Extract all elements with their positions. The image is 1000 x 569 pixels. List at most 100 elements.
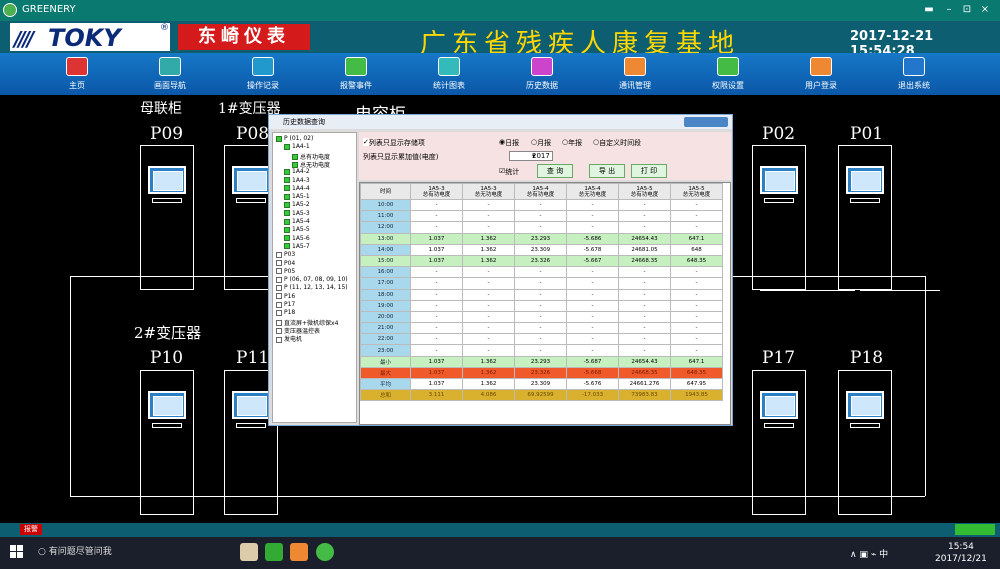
tree-checkbox[interactable] bbox=[276, 135, 282, 142]
tree-node[interactable]: 1A5-2 bbox=[284, 201, 310, 208]
table-row[interactable]: 20:00- - - - - - bbox=[360, 310, 723, 324]
radio-custom[interactable]: ○ 自定义时间段 bbox=[593, 138, 641, 147]
cabinet-p09[interactable] bbox=[140, 145, 194, 290]
column-header[interactable]: 1A5-5 总有功电度 bbox=[618, 183, 671, 200]
tree-checkbox[interactable] bbox=[276, 276, 282, 283]
nav-item-3[interactable]: 报警事件 bbox=[326, 55, 386, 95]
nav-item-2[interactable]: 操作记录 bbox=[233, 55, 293, 95]
table-row[interactable]: 13:00 1.037 1.362 23.293 -5.686 24654.43 647.1 bbox=[360, 232, 723, 245]
tree-node[interactable]: 1A5-6 bbox=[284, 235, 310, 242]
table-row[interactable]: 16:00- - - - - - bbox=[360, 266, 723, 279]
device-tree[interactable]: P (01, 02) 1A4-1 总有功电度 总无功电度 1A4-2 1A4-3 1A4-4… bbox=[272, 132, 357, 423]
powerpoint-icon[interactable] bbox=[290, 543, 308, 561]
column-header[interactable]: 1A5-4 总有功电度 bbox=[514, 183, 567, 200]
system-tray[interactable]: ∧ ▣ ⌁ 中 bbox=[850, 547, 888, 560]
tree-node[interactable]: 1A4-3 bbox=[284, 177, 310, 184]
opt-stored[interactable]: ✓ 列表只显示存储项 bbox=[363, 138, 425, 147]
tree-node[interactable]: P04 bbox=[276, 260, 295, 267]
cabinet-p01[interactable] bbox=[838, 145, 892, 290]
stat-checkbox[interactable]: ☑ 统计 bbox=[499, 167, 519, 176]
table-row[interactable]: 23:00- - - - - - bbox=[360, 344, 723, 357]
data-grid[interactable]: 时间 1A5-3 总有功电度 1A5-3 总无功电度 1A5-4 总有功电度 1A5-4… bbox=[359, 182, 731, 425]
tree-checkbox[interactable] bbox=[276, 293, 282, 300]
nav-item-1[interactable]: 画面导航 bbox=[140, 55, 200, 95]
tree-node[interactable]: 1A5-1 bbox=[284, 193, 310, 200]
tree-node[interactable]: P18 bbox=[276, 309, 295, 316]
tree-node[interactable]: 1A4-4 bbox=[284, 185, 310, 192]
table-row[interactable]: 平均 1.037 1.362 23.309 -5.676 24661.276 647.95 bbox=[360, 377, 723, 391]
table-row[interactable]: 18:00- - - - - - bbox=[360, 288, 723, 301]
cabinet-p02[interactable] bbox=[752, 145, 806, 290]
radio-year[interactable]: ○ 年报 bbox=[562, 138, 582, 147]
export-button[interactable]: 导 出 bbox=[589, 164, 625, 178]
greenery-app-icon[interactable] bbox=[316, 543, 334, 561]
tree-node[interactable]: P (01, 02) bbox=[276, 135, 313, 142]
radio-month[interactable]: ○ 月报 bbox=[531, 138, 551, 147]
tree-checkbox[interactable] bbox=[284, 218, 290, 225]
print-button[interactable]: 打 印 bbox=[631, 164, 667, 178]
column-header[interactable]: 1A5-3 总有功电度 bbox=[410, 183, 463, 200]
tree-checkbox[interactable] bbox=[284, 243, 290, 250]
column-header[interactable]: 1A5-3 总无功电度 bbox=[462, 183, 515, 200]
tree-checkbox[interactable] bbox=[284, 185, 290, 192]
tree-checkbox[interactable] bbox=[284, 210, 290, 217]
table-row[interactable]: 12:00- - - - - - bbox=[360, 221, 723, 234]
alarm-indicator[interactable]: 报警 bbox=[20, 524, 42, 535]
cabinet-p18[interactable] bbox=[838, 370, 892, 515]
taskbar-search[interactable]: ○ 有问题尽管问我 bbox=[38, 544, 112, 557]
tree-node[interactable]: 1A4-1 bbox=[284, 143, 310, 150]
tree-node[interactable]: 1A5-3 bbox=[284, 210, 310, 217]
column-header[interactable]: 1A5-5 总无功电度 bbox=[670, 183, 723, 200]
query-button[interactable]: 查 询 bbox=[537, 164, 573, 178]
tree-checkbox[interactable] bbox=[276, 301, 282, 308]
table-row[interactable]: 14:00 1.037 1.362 23.309 -5.678 24681.05 648 bbox=[360, 243, 723, 256]
tree-checkbox[interactable] bbox=[284, 201, 290, 208]
close-icon[interactable]: × bbox=[974, 2, 996, 18]
column-header[interactable]: 1A5-4 总无功电度 bbox=[566, 183, 619, 200]
tree-checkbox[interactable] bbox=[284, 177, 290, 183]
nav-item-5[interactable]: 历史数据 bbox=[512, 55, 572, 95]
explorer-icon[interactable] bbox=[240, 543, 258, 561]
table-row[interactable]: 总和 3.111 4.086 69.92599 -17.033 73983.83 1943.… bbox=[360, 389, 723, 402]
tree-node[interactable]: 1A5-5 bbox=[284, 226, 310, 233]
table-row[interactable]: 10:00- - - - - - bbox=[360, 198, 723, 212]
column-header[interactable]: 时间 bbox=[360, 183, 411, 200]
cabinet-p17[interactable] bbox=[752, 370, 806, 515]
nav-item-6[interactable]: 通讯管理 bbox=[605, 55, 665, 95]
tree-node[interactable]: P03 bbox=[276, 251, 295, 258]
table-row[interactable]: 最小 1.037 1.362 23.293 -5.687 24654.43 647.1 bbox=[360, 355, 723, 368]
nav-item-0[interactable]: 主页 bbox=[47, 55, 107, 95]
tree-node[interactable]: 1A4-2 bbox=[284, 168, 310, 175]
taskbar-clock[interactable]: 15:54 2017/12/21 bbox=[935, 541, 987, 565]
table-row[interactable]: 19:00- - - - - - bbox=[360, 299, 723, 312]
excel-icon[interactable] bbox=[265, 543, 283, 561]
tree-node[interactable]: P (06, 07, 08, 09, 10) bbox=[276, 276, 348, 283]
year-select[interactable]: 2017 ▾ bbox=[509, 151, 553, 161]
tree-node[interactable]: P16 bbox=[276, 293, 295, 300]
tree-checkbox[interactable] bbox=[284, 235, 290, 242]
table-row[interactable]: 17:00- - - - - - bbox=[360, 277, 723, 290]
table-row[interactable]: 11:00- - - - - - bbox=[360, 210, 723, 223]
tree-checkbox[interactable] bbox=[284, 168, 290, 175]
table-row[interactable]: 15:00 1.037 1.362 23.326 -5.667 24668.35 648.3… bbox=[360, 254, 723, 268]
tree-node[interactable]: 1A5-7 bbox=[284, 243, 310, 250]
minimize-icon[interactable]: ▬ bbox=[918, 2, 940, 18]
windows-start-icon[interactable] bbox=[10, 545, 24, 559]
tree-checkbox[interactable] bbox=[276, 336, 282, 343]
tree-node[interactable]: 1A5-4 bbox=[284, 218, 310, 225]
tree-checkbox[interactable] bbox=[276, 251, 282, 258]
tree-checkbox[interactable] bbox=[284, 193, 290, 200]
dialog-window-controls[interactable] bbox=[684, 117, 728, 127]
tree-checkbox[interactable] bbox=[284, 143, 290, 150]
nav-item-9[interactable]: 退出系统 bbox=[884, 55, 944, 95]
tree-checkbox[interactable] bbox=[276, 260, 282, 266]
tree-checkbox[interactable] bbox=[276, 268, 282, 275]
table-row[interactable]: 21:00- - - - - - bbox=[360, 322, 723, 335]
nav-item-7[interactable]: 权限设置 bbox=[698, 55, 758, 95]
table-row[interactable]: 最大 1.037 1.362 23.326 -5.668 24668.35 648.35 bbox=[360, 366, 723, 380]
radio-day[interactable]: ◉ 日报 bbox=[499, 138, 519, 147]
cabinet-p10[interactable] bbox=[140, 370, 194, 515]
nav-item-4[interactable]: 统计图表 bbox=[419, 55, 479, 95]
tree-checkbox[interactable] bbox=[276, 309, 282, 316]
tree-checkbox[interactable] bbox=[276, 284, 282, 291]
